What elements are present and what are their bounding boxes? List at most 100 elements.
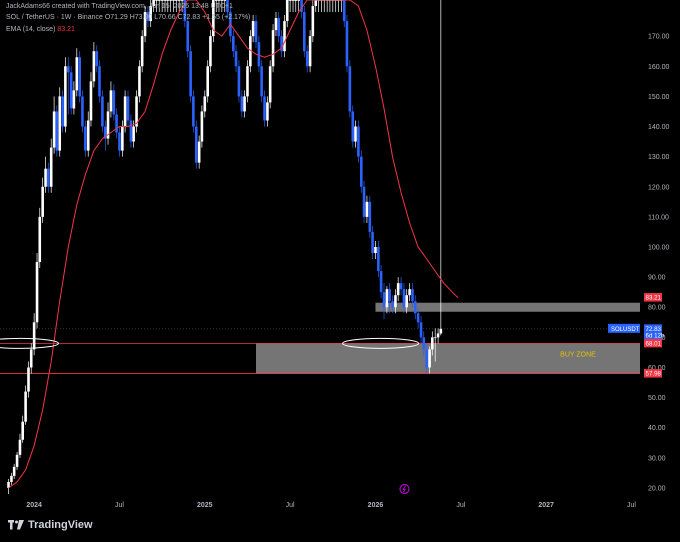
candle-body[interactable]: [180, 0, 184, 1]
candle-body[interactable]: [237, 66, 241, 97]
candle-body[interactable]: [271, 30, 275, 67]
candle-body[interactable]: [430, 337, 434, 350]
candle-body[interactable]: [160, 0, 164, 1]
candle-body[interactable]: [266, 102, 269, 121]
candle-body[interactable]: [112, 90, 116, 115]
candle-body[interactable]: [98, 66, 101, 97]
candle-body[interactable]: [251, 21, 255, 37]
candle-body[interactable]: [385, 289, 389, 308]
candle-body[interactable]: [433, 337, 437, 339]
candle-body[interactable]: [21, 421, 24, 440]
candle-body[interactable]: [234, 51, 238, 67]
candle-body[interactable]: [294, 0, 298, 1]
candle-body[interactable]: [155, 0, 158, 1]
candle-body[interactable]: [263, 96, 266, 121]
candle-body[interactable]: [291, 0, 295, 1]
candle-body[interactable]: [285, 0, 289, 22]
candle-body[interactable]: [132, 126, 135, 142]
candle-body[interactable]: [24, 391, 27, 422]
candle-body[interactable]: [203, 96, 207, 112]
candle-body[interactable]: [305, 51, 309, 67]
candle-body[interactable]: [15, 454, 19, 467]
candle-body[interactable]: [360, 156, 363, 187]
candle-body[interactable]: [109, 90, 113, 112]
candle-body[interactable]: [379, 271, 383, 293]
candle-body[interactable]: [35, 262, 39, 323]
candle-body[interactable]: [288, 0, 292, 1]
candle-body[interactable]: [126, 96, 130, 121]
candle-body[interactable]: [362, 186, 366, 217]
candle-body[interactable]: [177, 0, 181, 1]
candle-body[interactable]: [75, 57, 79, 91]
candle-body[interactable]: [413, 301, 417, 314]
candle-body[interactable]: [240, 96, 244, 112]
candle-body[interactable]: [18, 439, 22, 455]
candle-body[interactable]: [95, 51, 99, 67]
candle-body[interactable]: [408, 289, 411, 296]
candle-body[interactable]: [283, 21, 286, 52]
candle-body[interactable]: [129, 120, 133, 142]
candle-body[interactable]: [206, 66, 210, 97]
candle-body[interactable]: [41, 186, 44, 217]
candle-body[interactable]: [357, 126, 360, 157]
candle-body[interactable]: [308, 36, 312, 67]
candle-body[interactable]: [371, 231, 374, 254]
candle-body[interactable]: [163, 0, 167, 1]
candle-body[interactable]: [439, 328, 443, 334]
candle-body[interactable]: [12, 466, 16, 476]
candle-body[interactable]: [157, 0, 161, 1]
candle-body[interactable]: [246, 66, 249, 97]
candle-body[interactable]: [192, 96, 195, 127]
candle-body[interactable]: [29, 349, 33, 368]
candle-body[interactable]: [277, 18, 280, 37]
candle-body[interactable]: [217, 0, 221, 1]
candle-body[interactable]: [428, 349, 431, 368]
candle-body[interactable]: [243, 96, 246, 112]
candle-body[interactable]: [174, 0, 178, 1]
candle-body[interactable]: [425, 349, 428, 368]
candle-body[interactable]: [365, 201, 369, 217]
candle-body[interactable]: [402, 289, 406, 308]
candle-body[interactable]: [399, 283, 403, 290]
candle-body[interactable]: [189, 51, 192, 97]
candle-body[interactable]: [64, 66, 67, 127]
candle-body[interactable]: [58, 96, 62, 151]
candle-body[interactable]: [297, 0, 300, 1]
candle-body[interactable]: [69, 72, 73, 109]
candle-body[interactable]: [200, 111, 204, 142]
candle-body[interactable]: [394, 295, 397, 308]
tradingview-footer[interactable]: TradingView: [8, 519, 93, 531]
candle-body[interactable]: [46, 168, 50, 187]
candle-body[interactable]: [49, 147, 53, 187]
candle-body[interactable]: [101, 96, 104, 127]
candle-body[interactable]: [396, 283, 400, 296]
candle-body[interactable]: [169, 0, 172, 1]
candle-body[interactable]: [44, 168, 47, 187]
candle-body[interactable]: [66, 66, 70, 73]
candle-body[interactable]: [140, 36, 144, 67]
candle-body[interactable]: [81, 96, 84, 127]
candle-body[interactable]: [214, 0, 218, 1]
candle-body[interactable]: [172, 0, 175, 1]
candle-body[interactable]: [377, 246, 380, 272]
candle-body[interactable]: [419, 322, 423, 338]
candle-body[interactable]: [115, 114, 118, 133]
candle-body[interactable]: [121, 126, 124, 151]
price-chart[interactable]: BUY ZONE20.0030.0040.0050.0060.0070.0080…: [0, 0, 680, 542]
candle-body[interactable]: [38, 216, 42, 263]
candle-body[interactable]: [197, 141, 201, 163]
candle-body[interactable]: [382, 292, 386, 308]
candle-body[interactable]: [254, 21, 258, 43]
candle-body[interactable]: [422, 337, 426, 350]
candle-body[interactable]: [123, 96, 127, 127]
candle-body[interactable]: [416, 313, 420, 323]
candle-body[interactable]: [55, 111, 59, 151]
candle-body[interactable]: [302, 12, 306, 52]
candle-body[interactable]: [89, 81, 93, 121]
candle-body[interactable]: [391, 301, 394, 308]
candle-body[interactable]: [166, 0, 170, 1]
candle-body[interactable]: [268, 66, 272, 103]
candle-body[interactable]: [345, 21, 349, 67]
candle-body[interactable]: [232, 36, 235, 52]
candle-body[interactable]: [92, 51, 96, 82]
